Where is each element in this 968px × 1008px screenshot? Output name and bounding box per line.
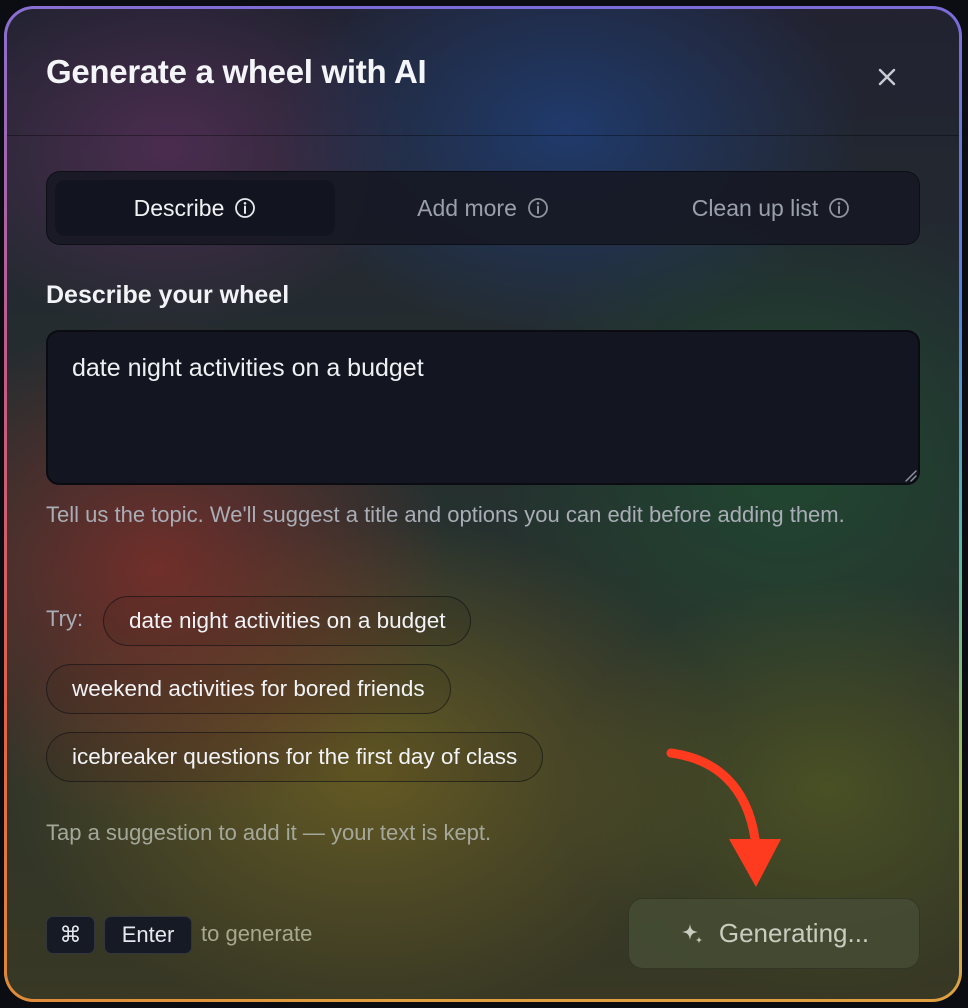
try-label: Try:: [46, 606, 84, 631]
tab-add-more[interactable]: Add more: [343, 180, 623, 236]
suggestion-chip[interactable]: weekend activities for bored friends: [46, 664, 451, 714]
describe-label: Describe your wheel: [46, 281, 290, 309]
describe-helper-text: Tell us the topic. We'll suggest a title…: [46, 502, 845, 527]
info-icon: [234, 197, 256, 219]
header-divider: [7, 135, 959, 136]
resize-handle-icon[interactable]: [903, 468, 917, 482]
tab-describe[interactable]: Describe: [55, 180, 335, 236]
info-icon: [828, 197, 850, 219]
tab-label: Clean up list: [691, 194, 819, 221]
suggestion-chip[interactable]: icebreaker questions for the first day o…: [46, 732, 544, 782]
tab-label: Describe: [133, 194, 225, 221]
shortcut-text: to generate: [201, 921, 313, 946]
kbd-command: ⌘: [46, 916, 95, 954]
generate-dialog: Generate a wheel with AI Describe Add mo…: [7, 9, 959, 999]
generate-button[interactable]: Generating...: [628, 898, 920, 969]
sparkle-icon: [679, 921, 705, 947]
annotation-arrow-icon: [666, 748, 781, 887]
close-button[interactable]: [869, 59, 905, 95]
dialog-title: Generate a wheel with AI: [46, 53, 427, 90]
suggestion-hint: Tap a suggestion to add it — your text i…: [46, 820, 492, 845]
generate-label: Generating...: [718, 918, 870, 948]
tab-label: Add more: [417, 194, 517, 221]
suggestion-chip[interactable]: date night activities on a budget: [103, 596, 472, 646]
info-icon: [527, 197, 549, 219]
close-icon: [878, 68, 896, 86]
describe-input[interactable]: date night activities on a budget: [46, 330, 920, 485]
mode-tabs: Describe Add more Clean up list: [46, 171, 920, 245]
tab-clean-up-list[interactable]: Clean up list: [631, 180, 911, 236]
kbd-enter: Enter: [104, 916, 192, 954]
